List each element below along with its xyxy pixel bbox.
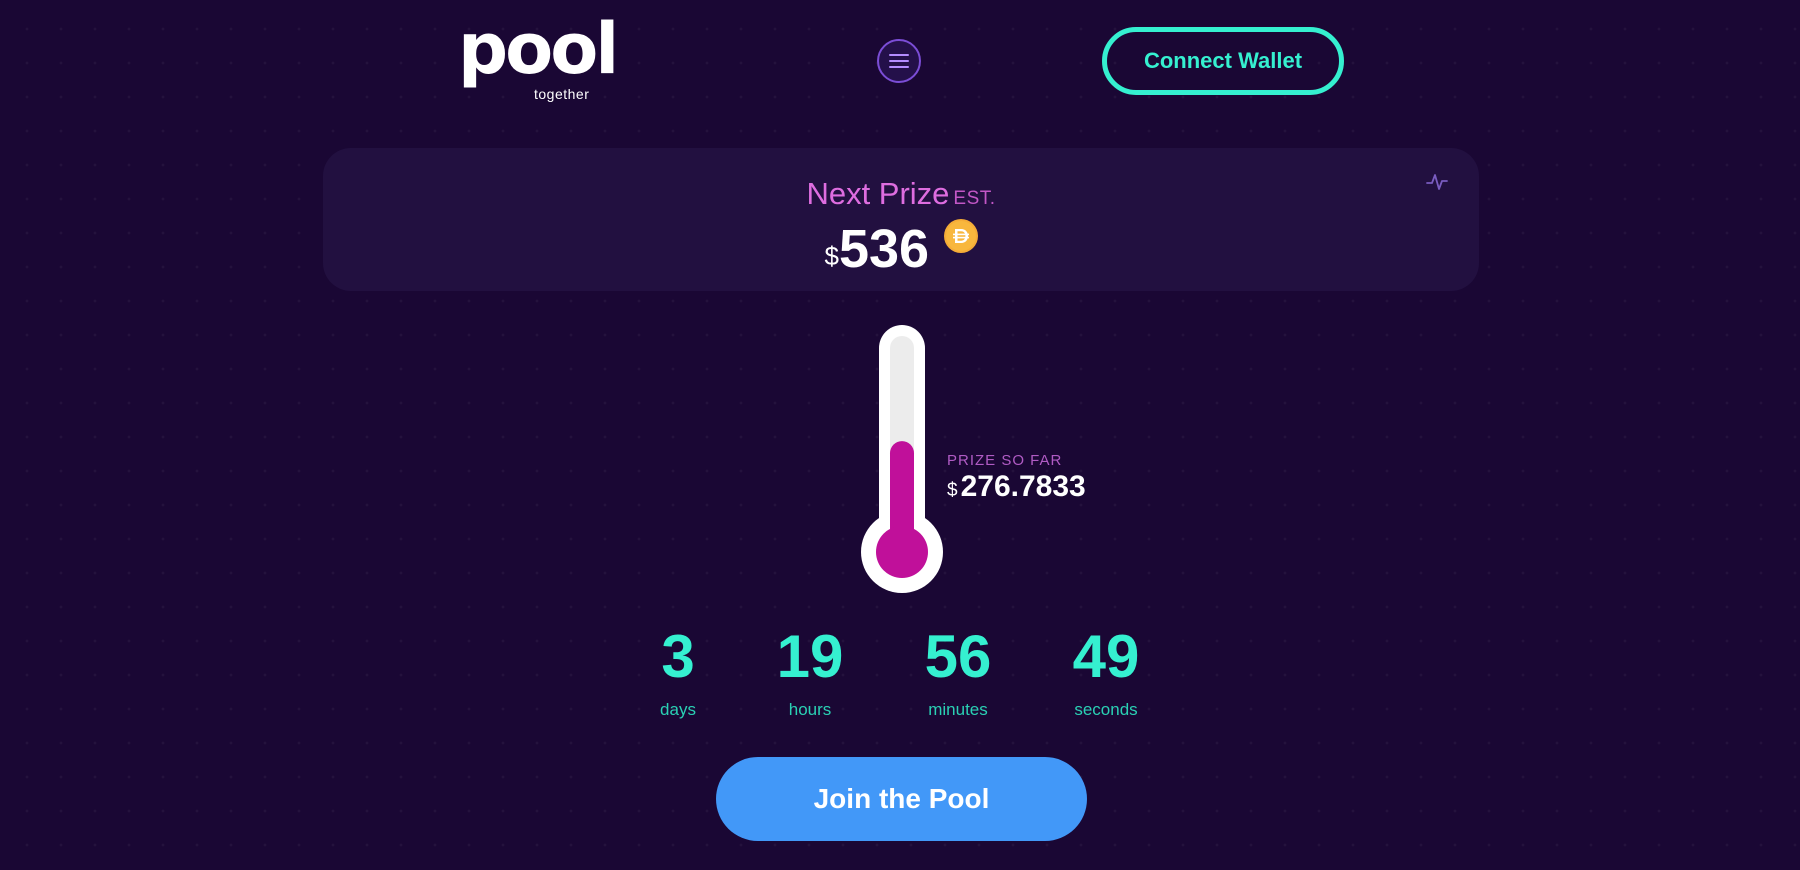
menu-button[interactable]: [877, 39, 921, 83]
countdown-seconds: 49 seconds: [1046, 627, 1166, 720]
prize-currency-symbol: $: [824, 241, 839, 271]
countdown-timer: 3 days 19 hours 56 minutes 49 seconds: [0, 627, 1800, 727]
countdown-minutes-label: minutes: [928, 700, 988, 719]
join-the-pool-button[interactable]: Join the Pool: [716, 757, 1087, 841]
next-prize-card: Next Prize EST. $536: [323, 148, 1479, 291]
prize-so-far-label: PRIZE SO FAR: [947, 452, 1063, 469]
prize-amount-value: 536: [838, 219, 930, 279]
prize-so-far-amount: $276.7833: [947, 470, 1086, 504]
countdown-days-value: 3: [661, 623, 695, 690]
countdown-seconds-value: 49: [1072, 623, 1140, 690]
connect-wallet-button[interactable]: Connect Wallet: [1102, 27, 1344, 95]
pooltogether-logo[interactable]: pool together: [458, 14, 619, 105]
countdown-hours-value: 19: [776, 623, 844, 690]
dai-coin-icon: [943, 219, 978, 253]
logo-subtitle: together: [534, 86, 590, 102]
countdown-hours: 19 hours: [750, 627, 870, 720]
logo-wordmark: pool: [458, 8, 619, 90]
countdown-seconds-label: seconds: [1074, 700, 1138, 719]
countdown-minutes-value: 56: [924, 623, 992, 690]
prize-so-far-currency: $: [947, 480, 958, 501]
countdown-days: 3 days: [618, 627, 738, 720]
countdown-minutes: 56 minutes: [898, 627, 1018, 720]
next-prize-label: Next Prize: [806, 176, 950, 211]
page: pool together Connect Wallet Next Prize E…: [0, 0, 1800, 870]
hamburger-menu-icon: [889, 54, 909, 68]
next-prize-title: Next Prize EST.: [323, 176, 1479, 212]
estimate-tag: EST.: [953, 188, 996, 209]
next-prize-amount: $536: [323, 218, 1479, 280]
prize-so-far-value: 276.7833: [960, 470, 1086, 503]
prize-thermometer: [861, 325, 943, 593]
countdown-hours-label: hours: [788, 700, 832, 719]
countdown-days-label: days: [660, 700, 696, 719]
